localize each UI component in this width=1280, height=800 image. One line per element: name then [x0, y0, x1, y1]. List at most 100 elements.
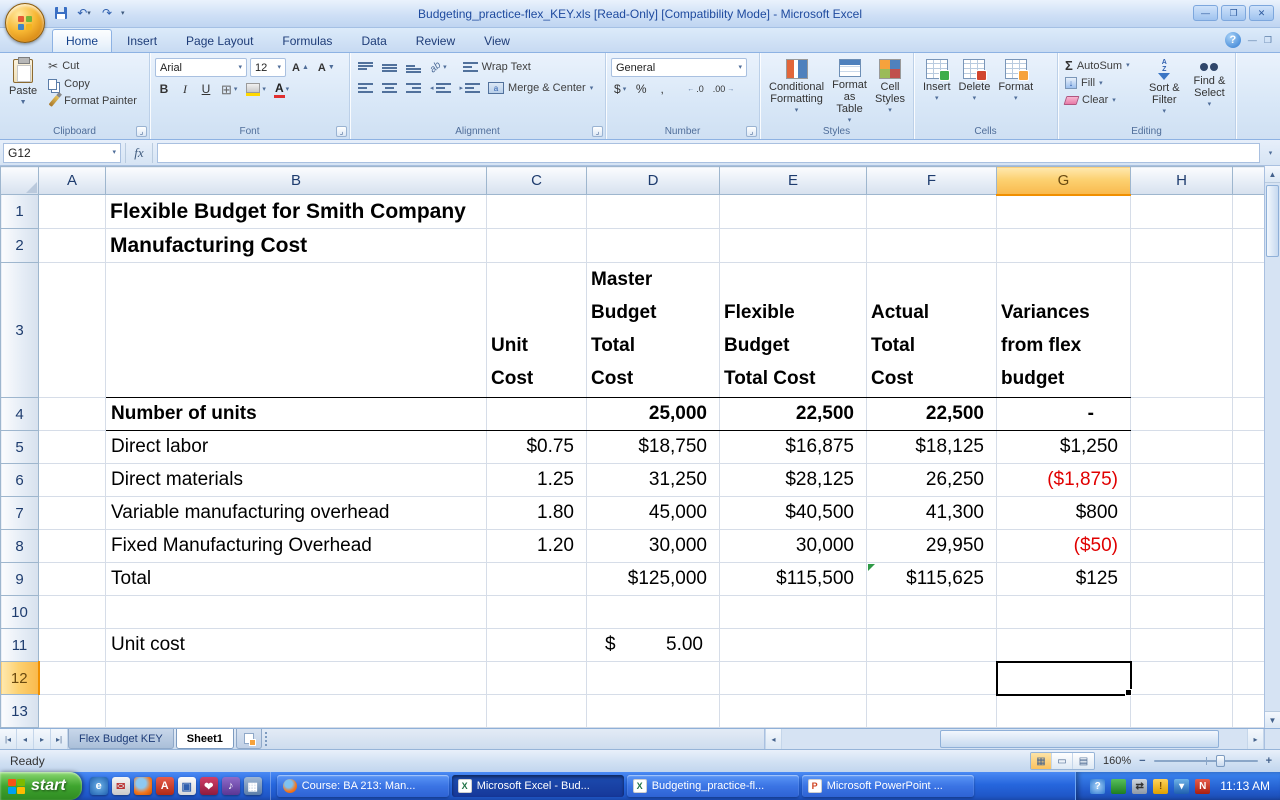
zoom-out-icon[interactable]: − — [1139, 755, 1145, 767]
font-color-button[interactable]: A▾ — [272, 80, 292, 98]
task-microsoft-powerpoint[interactable]: P Microsoft PowerPoint ... — [802, 775, 974, 797]
row-header-4[interactable]: 4 — [1, 398, 39, 431]
tab-view[interactable]: View — [470, 29, 524, 52]
cell-d5[interactable]: $18,750 — [587, 431, 720, 464]
cell[interactable] — [487, 629, 587, 662]
cell[interactable] — [1131, 263, 1233, 398]
cell[interactable] — [487, 662, 587, 695]
row-header-13[interactable]: 13 — [1, 695, 39, 728]
cell[interactable] — [720, 195, 867, 229]
page-break-view-icon[interactable]: ▤ — [1073, 753, 1094, 769]
cell[interactable] — [106, 695, 487, 728]
office-button[interactable] — [5, 3, 45, 43]
fill-color-button[interactable]: ▾ — [243, 80, 269, 98]
cell[interactable] — [1233, 497, 1265, 530]
cell-d11[interactable]: $5.00 — [587, 629, 720, 662]
cell[interactable] — [1131, 497, 1233, 530]
select-all-corner[interactable] — [1, 167, 39, 195]
cell[interactable] — [587, 195, 720, 229]
cell-e5[interactable]: $16,875 — [720, 431, 867, 464]
cell[interactable] — [997, 596, 1131, 629]
name-box[interactable]: G12▾ — [3, 143, 121, 163]
cell-b9[interactable]: Total — [106, 563, 487, 596]
close-button[interactable]: ✕ — [1249, 5, 1274, 21]
italic-button[interactable]: I — [176, 80, 194, 98]
cell-g9[interactable]: $125 — [997, 563, 1131, 596]
tab-split-handle[interactable] — [265, 732, 271, 746]
decrease-decimal-button[interactable]: .00→ — [710, 80, 738, 98]
cell-f4[interactable]: 22,500 — [867, 398, 997, 431]
cell-e6[interactable]: $28,125 — [720, 464, 867, 497]
cell[interactable] — [39, 195, 106, 229]
cell-b7[interactable]: Variable manufacturing overhead — [106, 497, 487, 530]
scroll-up-icon[interactable]: ▲ — [1265, 166, 1280, 183]
cell[interactable] — [587, 662, 720, 695]
cell[interactable] — [1233, 431, 1265, 464]
tray-shield-icon[interactable]: ! — [1153, 779, 1168, 794]
cell-g3[interactable]: Variances from flex budget — [997, 263, 1131, 398]
sheet-tab-flex-budget-key[interactable]: Flex Budget KEY — [68, 729, 174, 749]
increase-decimal-button[interactable]: ←.0 — [684, 80, 707, 98]
clear-button[interactable]: Clear▾ — [1063, 93, 1141, 107]
cell[interactable] — [587, 695, 720, 728]
conditional-formatting-button[interactable]: Conditional Formatting▾ — [765, 56, 828, 124]
horizontal-scrollbar[interactable]: ◂ ▸ — [764, 729, 1264, 749]
cell[interactable] — [1131, 662, 1233, 695]
column-header-a[interactable]: A — [39, 167, 106, 195]
tab-review[interactable]: Review — [402, 29, 469, 52]
font-dialog-launcher-icon[interactable]: ⌟ — [336, 126, 347, 137]
quick-launch-icon-8[interactable]: ▦ — [244, 777, 262, 795]
cell-e8[interactable]: 30,000 — [720, 530, 867, 563]
prev-sheet-icon[interactable]: ◂ — [17, 729, 34, 749]
cell[interactable] — [39, 229, 106, 263]
paste-button[interactable]: Paste▼ — [5, 56, 41, 108]
cell-g7[interactable]: $800 — [997, 497, 1131, 530]
column-header-c[interactable]: C — [487, 167, 587, 195]
cell[interactable] — [1131, 596, 1233, 629]
row-header-8[interactable]: 8 — [1, 530, 39, 563]
cell[interactable] — [867, 229, 997, 263]
row-header-1[interactable]: 1 — [1, 195, 39, 229]
cell[interactable] — [867, 629, 997, 662]
cell[interactable] — [997, 229, 1131, 263]
page-layout-view-icon[interactable]: ▭ — [1052, 753, 1073, 769]
vertical-scrollbar[interactable]: ▲ ▼ — [1264, 166, 1280, 728]
cell-c3[interactable]: Unit Cost — [487, 263, 587, 398]
cell-f6[interactable]: 26,250 — [867, 464, 997, 497]
vertical-scroll-thumb[interactable] — [1266, 185, 1279, 257]
alignment-dialog-launcher-icon[interactable]: ⌟ — [592, 126, 603, 137]
tab-data[interactable]: Data — [347, 29, 400, 52]
tray-icon-5[interactable]: ▾ — [1174, 779, 1189, 794]
cell[interactable] — [1131, 195, 1233, 229]
cell-c6[interactable]: 1.25 — [487, 464, 587, 497]
cell[interactable] — [867, 596, 997, 629]
cell[interactable] — [867, 662, 997, 695]
tab-home[interactable]: Home — [52, 29, 112, 52]
cell[interactable] — [867, 195, 997, 229]
cell[interactable] — [720, 695, 867, 728]
cell[interactable] — [39, 398, 106, 431]
last-sheet-icon[interactable]: ▸| — [51, 729, 68, 749]
help-icon[interactable]: ? — [1225, 32, 1241, 48]
number-dialog-launcher-icon[interactable]: ⌟ — [746, 126, 757, 137]
cell[interactable] — [1233, 263, 1265, 398]
cell-g6[interactable]: ($1,875) — [997, 464, 1131, 497]
underline-button[interactable]: U — [197, 80, 215, 98]
insert-worksheet-icon[interactable] — [236, 729, 262, 749]
row-header-12-selected[interactable]: 12 — [1, 662, 39, 695]
cell-b11[interactable]: Unit cost — [106, 629, 487, 662]
decrease-indent-button[interactable]: ◂ — [427, 79, 454, 97]
cell[interactable] — [39, 662, 106, 695]
cell-styles-button[interactable]: Cell Styles▾ — [871, 56, 909, 124]
cell[interactable] — [487, 229, 587, 263]
normal-view-icon[interactable]: ▦ — [1031, 753, 1052, 769]
cut-button[interactable]: ✂Cut — [46, 58, 139, 74]
increase-indent-button[interactable]: ▸ — [457, 79, 484, 97]
insert-function-button[interactable]: fx — [125, 143, 153, 163]
cell[interactable] — [1233, 662, 1265, 695]
zoom-level[interactable]: 160% — [1103, 755, 1131, 767]
quick-launch-icon-1[interactable]: e — [90, 777, 108, 795]
cell-f9[interactable]: $115,625 — [867, 563, 997, 596]
align-middle-button[interactable] — [379, 58, 400, 76]
cell[interactable] — [39, 695, 106, 728]
